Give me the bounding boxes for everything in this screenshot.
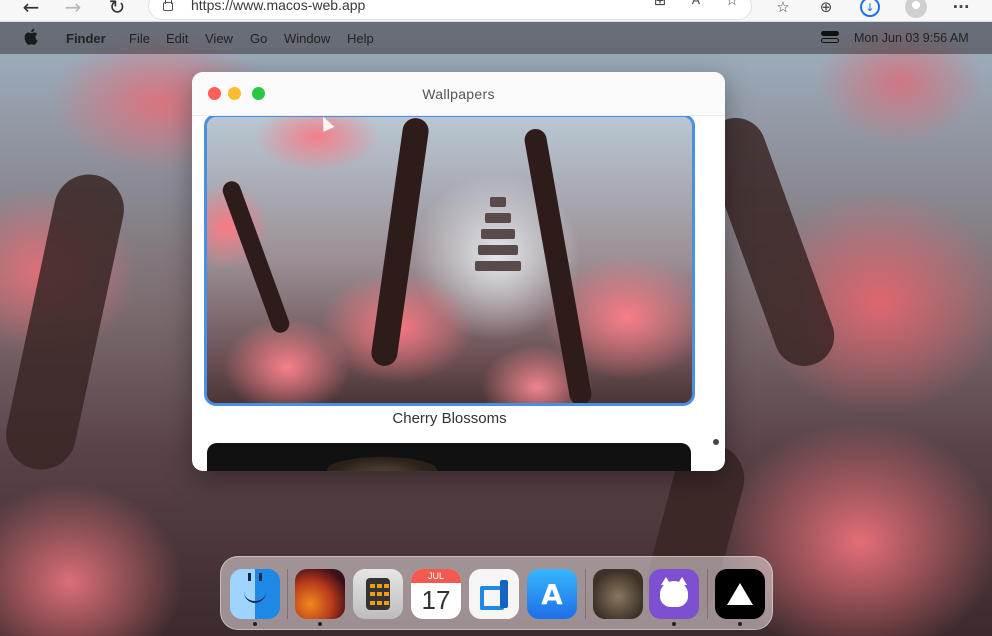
calendar-month: JUL [411,569,461,583]
dock-calculator[interactable] [353,569,403,619]
favorites-add-icon[interactable]: ☆ [721,0,743,11]
pagoda-illustration [475,197,521,317]
dock-vercel[interactable] [715,569,765,619]
browser-toolbar: ← → ↻ https://www.macos-web.app ⊞ A ☆ ☆ … [0,0,992,22]
calculator-icon [366,578,390,610]
dock-cat-app[interactable] [593,569,643,619]
github-icon [660,577,688,607]
desktop: Finder File Edit View Go Window Help Mon… [0,22,992,636]
dock-separator [585,569,586,619]
tree-trunk-decoration [0,168,131,476]
dock-vscode[interactable] [469,569,519,619]
running-indicator [253,622,257,626]
read-aloud-icon[interactable]: A [685,0,707,11]
menu-go[interactable]: Go [250,31,267,46]
dock-app-store[interactable]: A [527,569,577,619]
dock-wallpapers[interactable] [295,569,345,619]
apple-icon[interactable] [24,28,38,45]
dock-separator [287,569,288,619]
window-titlebar[interactable]: Wallpapers [192,72,725,116]
window-title: Wallpapers [422,86,495,102]
more-icon[interactable]: ··· [950,0,972,18]
menu-help[interactable]: Help [347,31,374,46]
tree-trunk-decoration [369,117,431,368]
menu-app-name[interactable]: Finder [66,31,106,46]
dock-finder[interactable] [230,569,280,619]
download-icon[interactable]: ↓ [860,0,880,17]
finder-icon [244,573,266,603]
back-button[interactable]: ← [18,0,44,20]
wallpapers-window: Wallpapers Cherry Blossoms [192,72,725,471]
control-center-icon[interactable] [821,31,839,45]
dock-calendar[interactable]: JUL 17 [411,569,461,619]
menu-clock[interactable]: Mon Jun 03 9:56 AM [854,31,969,45]
menu-bar: Finder File Edit View Go Window Help Mon… [0,22,992,54]
grid-icon[interactable]: ⊞ [649,0,671,11]
url-text: https://www.macos-web.app [191,0,366,13]
dock-github[interactable] [649,569,699,619]
menu-view[interactable]: View [205,31,233,46]
favorites-icon[interactable]: ☆ [772,0,794,18]
running-indicator [318,622,322,626]
reload-button[interactable]: ↻ [104,0,130,20]
calendar-day: 17 [421,585,451,615]
menu-edit[interactable]: Edit [166,31,188,46]
running-indicator [672,622,676,626]
dock-separator [707,569,708,619]
scroll-indicator[interactable] [713,439,719,445]
collections-icon[interactable]: ⊕ [815,0,837,18]
lock-icon [163,0,173,11]
menu-window[interactable]: Window [284,31,330,46]
tree-trunk-decoration [220,178,292,336]
tree-trunk-decoration [522,127,594,403]
menu-file[interactable]: File [129,31,150,46]
wallpaper-thumbnail-selected[interactable] [204,114,695,406]
triangle-icon [727,583,753,605]
running-indicator [738,622,742,626]
dock: JUL 17 A [220,556,773,630]
vscode-icon [480,580,508,608]
forward-button[interactable]: → [60,0,86,20]
profile-icon[interactable] [905,0,927,18]
wallpaper-caption: Cherry Blossoms [392,410,507,427]
wallpaper-thumbnail[interactable] [207,443,691,471]
address-bar[interactable]: https://www.macos-web.app ⊞ A ☆ [148,0,752,20]
